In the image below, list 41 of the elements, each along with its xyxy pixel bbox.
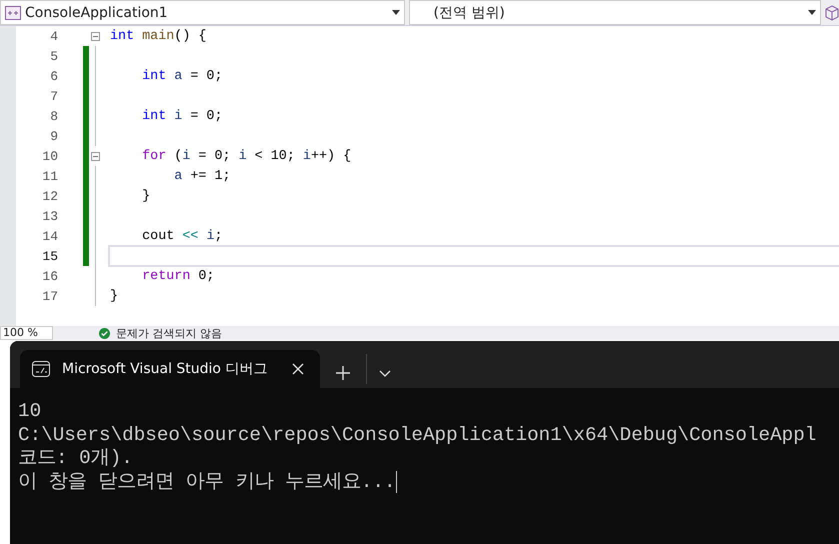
console-output-line: 10 <box>18 400 42 424</box>
code-line: } <box>109 288 120 306</box>
collapse-icon[interactable] <box>91 32 100 40</box>
line-number: 5 <box>49 48 58 64</box>
collapse-icon[interactable] <box>91 152 100 160</box>
console-output-line: C:\Users\dbseo\source\repos\ConsoleApplication1\x64\Debug\ConsoleAppl <box>18 424 816 447</box>
scope-dropdown[interactable]: (전역 범위) <box>408 0 822 25</box>
line-number: 14 <box>41 228 58 244</box>
line-number: 9 <box>49 128 58 144</box>
code-line: } <box>141 188 152 206</box>
code-line: return 0; <box>141 268 216 286</box>
line-number: 12 <box>41 188 58 204</box>
line-number: 10 <box>41 148 58 164</box>
project-dropdown[interactable]: ConsoleApplication1 <box>0 0 405 25</box>
check-icon <box>98 328 110 338</box>
code-line: cout << i; <box>141 228 224 246</box>
console-output-line: 이 창을 닫으려면 아무 키나 누르세요... <box>18 470 396 494</box>
line-number: 11 <box>41 168 58 184</box>
issues-status: 문제가 검색되지 않음 <box>116 326 222 340</box>
code-line: a += 1; <box>173 168 232 186</box>
text-cursor <box>396 471 398 494</box>
code-line: int main() { <box>109 28 208 46</box>
code-line: for (i = 0; i < 10; i++) { <box>141 148 352 166</box>
line-number: 6 <box>49 68 58 84</box>
project-icon <box>5 6 21 20</box>
terminal-tab[interactable]: Microsoft Visual Studio 디버그 <box>20 350 320 388</box>
line-number: 4 <box>49 28 58 44</box>
zoom-dropdown[interactable]: 100 % <box>0 326 53 340</box>
code-line: int i = 0; <box>141 108 224 126</box>
line-number: 17 <box>41 288 58 304</box>
line-number: 16 <box>41 268 58 284</box>
line-number: 8 <box>49 108 58 124</box>
line-number: 7 <box>49 88 58 104</box>
line-number: 15 <box>41 248 58 264</box>
caret-icon <box>808 10 816 15</box>
line-number: 13 <box>41 208 58 224</box>
cube-icon[interactable] <box>825 4 839 20</box>
console-output-line: 코드: 0개). <box>18 447 133 470</box>
console-icon <box>32 361 50 377</box>
caret-icon <box>392 10 400 15</box>
code-line: int a = 0; <box>141 68 224 86</box>
